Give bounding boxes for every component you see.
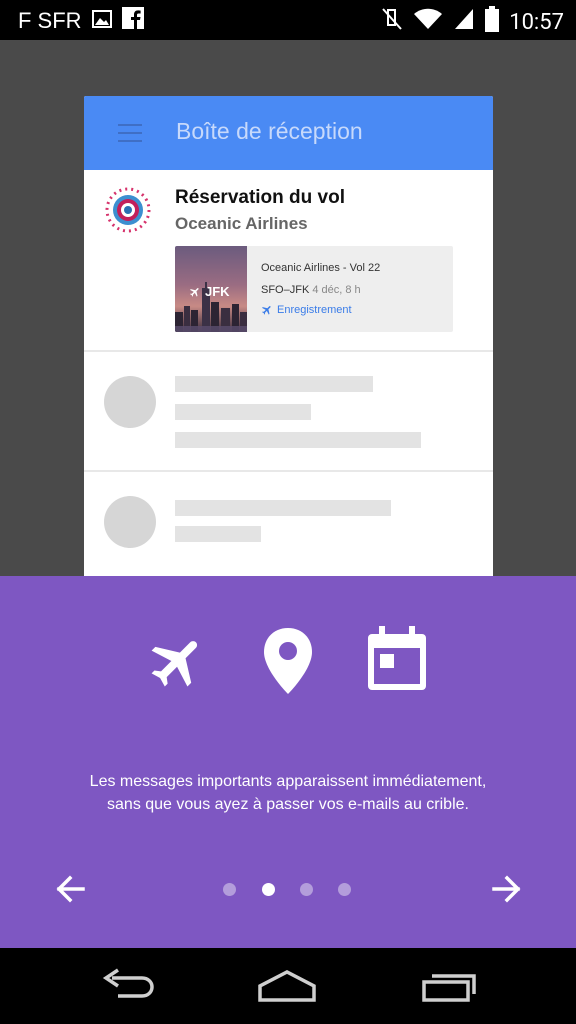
facebook-icon — [121, 7, 144, 35]
airplane-icon — [146, 630, 210, 698]
mail-title: Réservation du vol — [175, 187, 345, 208]
mute-icon — [381, 7, 403, 37]
page-dot[interactable] — [338, 883, 351, 896]
onboarding-panel: Les messages importants apparaissent imm… — [0, 576, 576, 948]
route: SFO–JFK — [261, 284, 310, 296]
mail-sender: Oceanic Airlines — [175, 214, 308, 233]
placeholder-line — [175, 432, 421, 448]
arrow-left-icon — [56, 875, 85, 903]
feature-icons — [0, 626, 576, 696]
flight-card: JFK Oceanic Airlines - Vol 22 SFO–JFK 4 … — [175, 246, 453, 332]
location-pin-icon — [262, 626, 314, 700]
flight-date: 4 déc, 8 h — [312, 284, 361, 296]
onboarding-text-line1: Les messages importants apparaissent imm… — [89, 773, 487, 790]
back-button[interactable] — [98, 968, 158, 1004]
placeholder-line — [175, 526, 261, 542]
system-nav-bar — [0, 948, 576, 1024]
clock: 10:57 — [509, 9, 564, 35]
recents-icon — [422, 974, 476, 1002]
image-label: JFK — [189, 284, 230, 299]
signal-icon — [453, 7, 475, 37]
placeholder-line — [175, 404, 311, 420]
previous-button[interactable] — [55, 874, 87, 904]
battery-icon — [485, 6, 500, 38]
airplane-small-icon — [262, 306, 271, 315]
city-image: JFK — [175, 246, 247, 332]
card-header: Boîte de réception — [84, 96, 493, 170]
onboarding-text-line2: sans que vous ayez à passer vos e-mails … — [107, 796, 469, 813]
placeholder-line — [175, 376, 373, 392]
next-button[interactable] — [490, 874, 522, 904]
page-dot[interactable] — [223, 883, 236, 896]
image-icon — [91, 8, 112, 34]
arrow-right-icon — [492, 875, 521, 903]
home-icon — [258, 970, 316, 1002]
page-indicator — [223, 883, 353, 897]
calendar-icon — [366, 626, 428, 696]
carrier-label: F SFR — [18, 8, 82, 33]
menu-icon — [118, 124, 142, 142]
onboarding-text: Les messages importants apparaissent imm… — [0, 770, 576, 816]
wifi-icon — [413, 7, 443, 37]
card-title: Boîte de réception — [176, 118, 363, 144]
recents-button[interactable] — [420, 968, 480, 1004]
placeholder-mail-item — [84, 472, 493, 576]
airline-logo-icon — [104, 186, 152, 234]
inbox-preview-card: Boîte de réception Réservation du vol Oc… — [84, 96, 493, 576]
flight-name: Oceanic Airlines - Vol 22 — [261, 262, 381, 274]
placeholder-line — [175, 500, 391, 516]
status-bar: F SFR 10:57 — [0, 0, 576, 40]
mail-item-flight: Réservation du vol Oceanic Airlines JFK … — [84, 170, 493, 352]
status-left: F SFR — [18, 7, 144, 35]
home-button[interactable] — [257, 968, 317, 1004]
status-right: 10:57 — [381, 6, 564, 38]
page-dot-active[interactable] — [262, 883, 275, 896]
placeholder-mail-item — [84, 352, 493, 472]
airplane-small-icon — [190, 287, 199, 297]
checkin-link: Enregistrement — [261, 304, 352, 316]
placeholder-avatar — [104, 376, 156, 428]
page-dot[interactable] — [300, 883, 313, 896]
placeholder-avatar — [104, 496, 156, 548]
back-icon — [102, 968, 154, 998]
flight-route: SFO–JFK 4 déc, 8 h — [261, 284, 361, 296]
